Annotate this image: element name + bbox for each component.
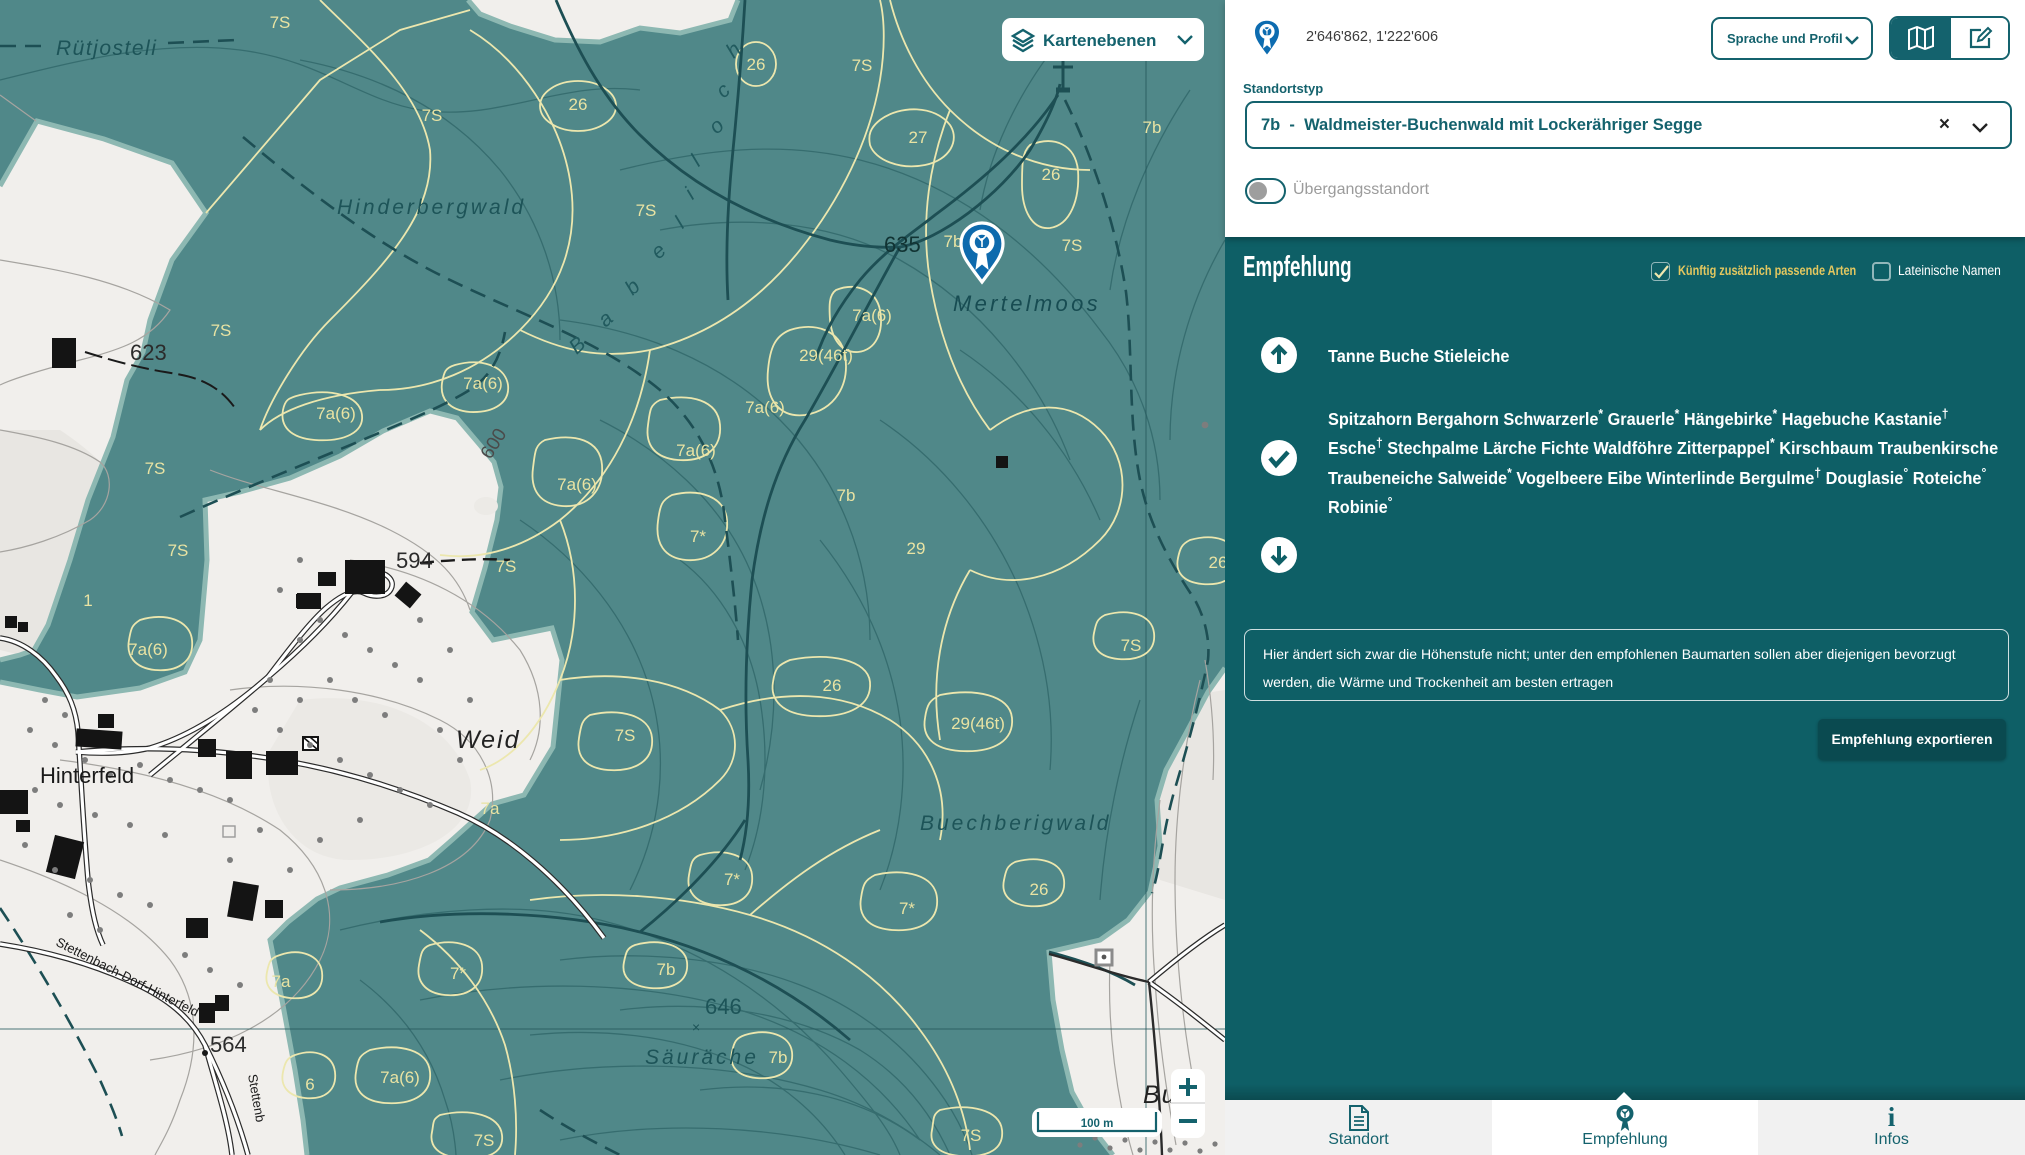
svg-text:7a(6): 7a(6) (676, 441, 716, 460)
svg-text:7a(6): 7a(6) (852, 306, 892, 325)
svg-text:7S: 7S (496, 557, 517, 576)
svg-text:7a: 7a (481, 799, 500, 818)
svg-text:7S: 7S (474, 1131, 495, 1150)
svg-text:7a(6): 7a(6) (745, 398, 785, 417)
svg-text:623: 623 (130, 340, 167, 365)
svg-text:7*: 7* (690, 527, 706, 546)
svg-text:×: × (692, 1019, 700, 1035)
svg-text:7*: 7* (899, 899, 915, 918)
svg-text:100 m: 100 m (1081, 1118, 1114, 1130)
svg-text:7b: 7b (769, 1048, 788, 1067)
svg-text:7S: 7S (422, 106, 443, 125)
svg-text:7S: 7S (168, 541, 189, 560)
svg-text:6: 6 (305, 1075, 314, 1094)
svg-text:594: 594 (396, 548, 433, 573)
svg-text:26: 26 (1042, 165, 1061, 184)
svg-text:564: 564 (210, 1032, 247, 1057)
svg-text:7a(6): 7a(6) (380, 1068, 420, 1087)
svg-text:26: 26 (747, 55, 766, 74)
svg-text:646: 646 (705, 994, 742, 1019)
svg-text:7a(6): 7a(6) (557, 475, 597, 494)
svg-text:Rütjosteli: Rütjosteli (56, 37, 157, 60)
svg-text:29(46t): 29(46t) (951, 714, 1005, 733)
svg-text:7S: 7S (211, 321, 232, 340)
svg-text:7S: 7S (145, 459, 166, 478)
svg-text:7S: 7S (615, 726, 636, 745)
svg-text:29(46t): 29(46t) (799, 346, 853, 365)
svg-text:1: 1 (83, 591, 92, 610)
svg-text:Säuräche: Säuräche (645, 1046, 759, 1069)
svg-text:7S: 7S (1062, 236, 1083, 255)
svg-text:Hinderbergwald: Hinderbergwald (337, 196, 526, 219)
svg-text:7a(6): 7a(6) (463, 374, 503, 393)
svg-text:7*: 7* (450, 964, 466, 983)
svg-text:7S: 7S (961, 1126, 982, 1145)
svg-text:26: 26 (569, 95, 588, 114)
svg-text:26: 26 (1209, 553, 1225, 572)
svg-text:Weid: Weid (456, 726, 521, 754)
svg-text:7b: 7b (837, 486, 856, 505)
svg-text:7a(6): 7a(6) (128, 640, 168, 659)
svg-text:Buechberigwald: Buechberigwald (920, 812, 1111, 835)
svg-text:7b: 7b (1143, 118, 1162, 137)
svg-text:7S: 7S (1121, 636, 1142, 655)
svg-text:7S: 7S (636, 201, 657, 220)
svg-text:7a(6): 7a(6) (316, 404, 356, 423)
svg-text:7S: 7S (270, 13, 291, 32)
svg-text:27: 27 (909, 128, 928, 147)
svg-text:635: 635 (884, 232, 921, 257)
svg-text:7b: 7b (657, 960, 676, 979)
svg-text:7*: 7* (724, 870, 740, 889)
svg-text:7S: 7S (852, 56, 873, 75)
svg-text:26: 26 (1030, 880, 1049, 899)
svg-text:Kartenebenen: Kartenebenen (1043, 31, 1156, 50)
svg-text:7a: 7a (272, 972, 291, 991)
svg-text:26: 26 (823, 676, 842, 695)
svg-text:29: 29 (907, 539, 926, 558)
svg-text:Mertelmoos: Mertelmoos (953, 291, 1101, 316)
svg-text:Hinterfeld: Hinterfeld (40, 763, 134, 788)
